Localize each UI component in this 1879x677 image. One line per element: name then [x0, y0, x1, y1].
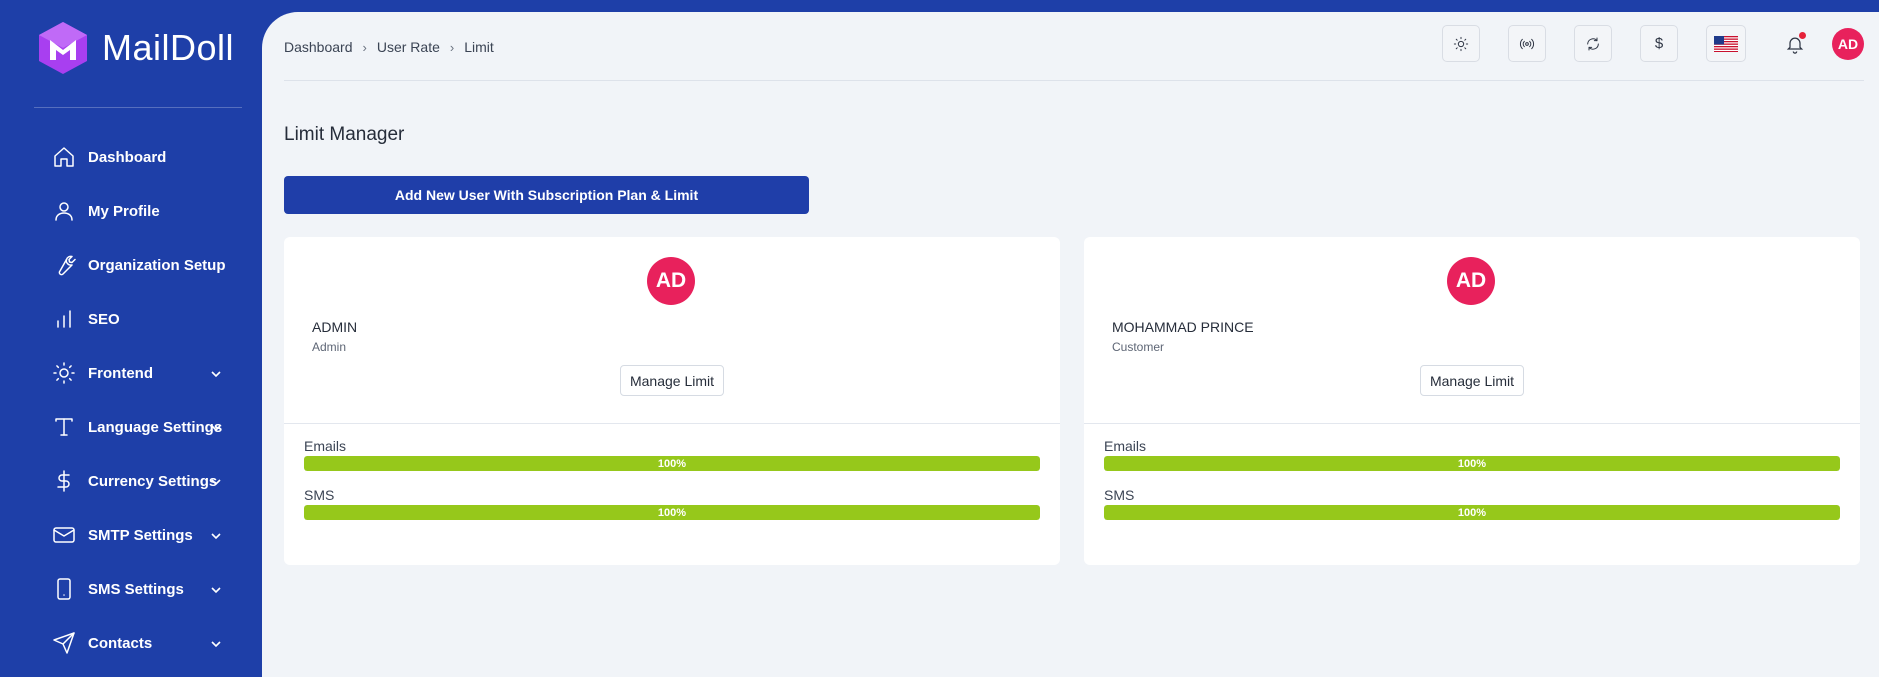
- emails-progress-bar: 100%: [304, 456, 1040, 471]
- refresh-icon: [1587, 37, 1599, 50]
- sidebar-nav: Dashboard My Profile Organization Setup …: [0, 130, 262, 670]
- progress-fill: 100%: [1104, 505, 1840, 520]
- sms-progress-bar: 100%: [304, 505, 1040, 520]
- user-role: Admin: [312, 340, 347, 354]
- breadcrumb: Dashboard › User Rate › Limit: [284, 39, 494, 55]
- sidebar-item-label: SMS Settings: [88, 580, 184, 598]
- main-content: Dashboard › User Rate › Limit $ AD Limit…: [262, 12, 1879, 677]
- chevron-right-icon: ›: [449, 39, 455, 55]
- sms-meter-label: SMS: [1104, 487, 1135, 503]
- sidebar-item-seo[interactable]: SEO: [0, 292, 262, 346]
- topbar-actions: $ AD: [1442, 25, 1864, 62]
- sun-icon: [52, 361, 76, 385]
- language-button[interactable]: [1706, 25, 1746, 62]
- user-avatar[interactable]: AD: [1832, 27, 1864, 60]
- sms-meter-label: SMS: [304, 487, 335, 503]
- sidebar-item-currency-settings[interactable]: Currency Settings: [0, 454, 262, 508]
- manage-limit-button[interactable]: Manage Limit: [620, 365, 724, 396]
- sidebar-item-my-profile[interactable]: My Profile: [0, 184, 262, 238]
- bar-chart-icon: [52, 307, 76, 331]
- us-flag-icon: [1714, 35, 1738, 52]
- chevron-down-icon: [210, 421, 222, 433]
- notification-badge: [1799, 31, 1806, 39]
- card-divider: [284, 423, 1060, 424]
- breadcrumb-user-rate[interactable]: User Rate: [377, 39, 440, 55]
- emails-meter-label: Emails: [1104, 438, 1147, 454]
- user-limit-card: AD MOHAMMAD PRINCE Customer Manage Limit…: [1084, 237, 1860, 565]
- dollar-icon: [52, 469, 76, 493]
- user-role: Customer: [1112, 340, 1165, 354]
- progress-text: 100%: [1457, 506, 1487, 519]
- user-name: MOHAMMAD PRINCE: [1112, 319, 1254, 335]
- sidebar-item-language-settings[interactable]: Language Settings: [0, 400, 262, 454]
- manage-limit-button[interactable]: Manage Limit: [1420, 365, 1524, 396]
- sidebar-item-organization-setup[interactable]: Organization Setup: [0, 238, 262, 292]
- notifications-button[interactable]: [1782, 31, 1808, 57]
- broadcast-icon: [1520, 38, 1534, 49]
- sidebar-divider: [34, 107, 242, 108]
- chevron-down-icon: [210, 475, 222, 487]
- progress-fill: 100%: [1104, 456, 1840, 471]
- home-icon: [52, 145, 76, 169]
- breadcrumb-dashboard[interactable]: Dashboard: [284, 39, 353, 55]
- progress-text: 100%: [1457, 457, 1487, 470]
- avatar: AD: [647, 257, 695, 305]
- brand-logo[interactable]: MailDoll: [36, 20, 234, 76]
- chevron-right-icon: ›: [362, 39, 367, 55]
- sidebar-item-label: Frontend: [88, 364, 153, 382]
- sidebar-item-label: Language Settings: [88, 418, 223, 436]
- sidebar-item-sms-settings[interactable]: SMS Settings: [0, 562, 262, 616]
- sun-icon: [1453, 36, 1469, 51]
- progress-text: 100%: [657, 457, 687, 470]
- topbar: Dashboard › User Rate › Limit $ AD: [284, 12, 1864, 81]
- currency-button[interactable]: $: [1640, 25, 1678, 62]
- sms-progress-bar: 100%: [1104, 505, 1840, 520]
- user-name: ADMIN: [312, 319, 358, 335]
- avatar: AD: [1447, 257, 1495, 305]
- sidebar-item-label: SEO: [88, 310, 120, 328]
- progress-fill: 100%: [304, 456, 1040, 471]
- progress-text: 100%: [657, 506, 687, 519]
- sidebar-item-label: Contacts: [88, 634, 153, 652]
- card-divider: [1084, 423, 1860, 424]
- emails-progress-bar: 100%: [1104, 456, 1840, 471]
- chevron-down-icon: [210, 637, 222, 649]
- maildoll-logo-icon: [39, 22, 87, 74]
- sidebar-item-label: My Profile: [88, 202, 160, 220]
- mail-icon: [52, 523, 76, 547]
- chevron-down-icon: [210, 583, 222, 595]
- theme-toggle-button[interactable]: [1442, 25, 1480, 62]
- type-icon: [52, 415, 76, 439]
- send-icon: [52, 631, 76, 655]
- add-user-button[interactable]: Add New User With Subscription Plan & Li…: [284, 176, 809, 214]
- sidebar-item-label: Organization Setup: [88, 256, 226, 274]
- sidebar-item-label: Dashboard: [88, 148, 167, 166]
- broadcast-button[interactable]: [1508, 25, 1546, 62]
- brand-name: MailDoll: [102, 27, 235, 68]
- sidebar-item-smtp-settings[interactable]: SMTP Settings: [0, 508, 262, 562]
- wrench-icon: [52, 253, 76, 277]
- sidebar-item-dashboard[interactable]: Dashboard: [0, 130, 262, 184]
- sidebar-item-label: Currency Settings: [88, 472, 218, 490]
- user-icon: [52, 199, 76, 223]
- emails-meter-label: Emails: [304, 438, 347, 454]
- sidebar-item-label: SMTP Settings: [88, 526, 193, 544]
- user-limit-card: AD ADMIN Admin Manage Limit Emails 100% …: [284, 237, 1060, 565]
- progress-fill: 100%: [304, 505, 1040, 520]
- sidebar-item-frontend[interactable]: Frontend: [0, 346, 262, 400]
- sidebar-item-contacts[interactable]: Contacts: [0, 616, 262, 670]
- chevron-down-icon: [210, 529, 222, 541]
- smartphone-icon: [52, 577, 76, 601]
- sidebar: MailDoll Dashboard My Profile Organizati…: [0, 0, 262, 677]
- breadcrumb-limit: Limit: [464, 39, 494, 55]
- chevron-down-icon: [210, 367, 222, 379]
- page-title: Limit Manager: [284, 124, 405, 145]
- currency-symbol: $: [1654, 35, 1664, 52]
- refresh-button[interactable]: [1574, 25, 1612, 62]
